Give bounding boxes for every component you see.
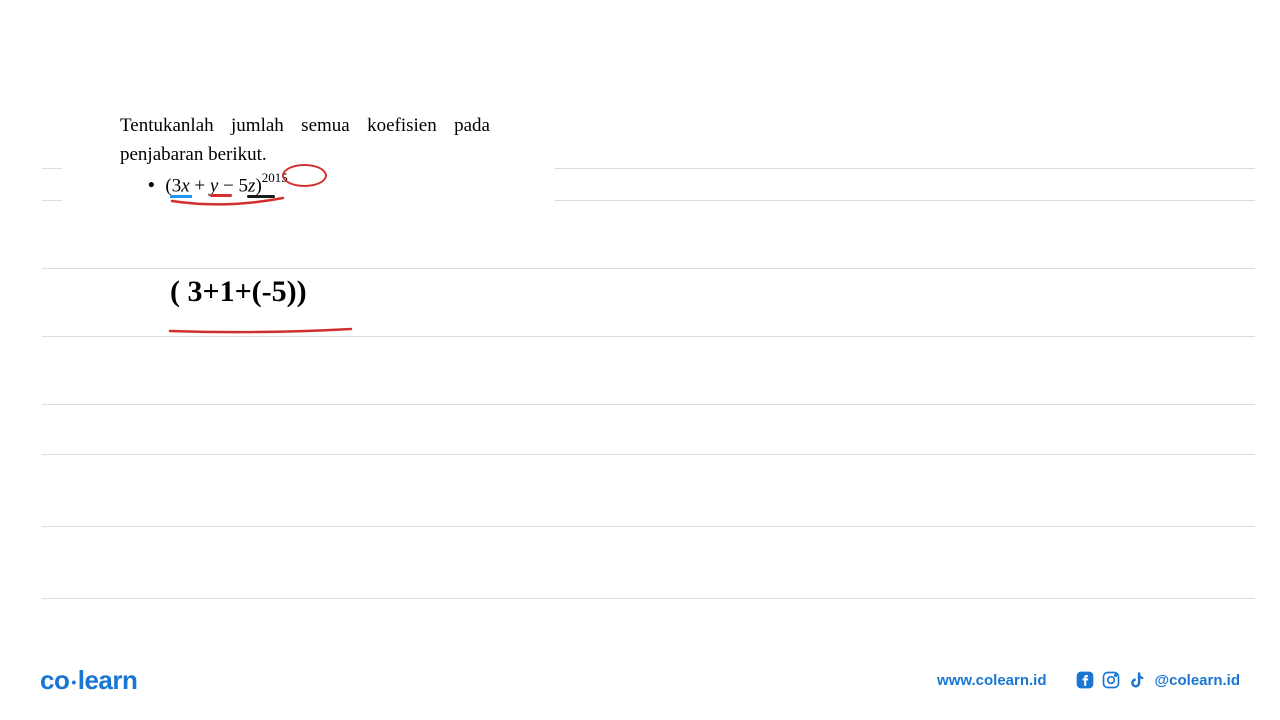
- problem-instruction: Tentukanlah jumlah semua koefisien pada …: [120, 112, 490, 169]
- annotation-red-underline-working: [168, 326, 353, 336]
- ruled-line-right-1: [555, 168, 1255, 169]
- footer-right: www.colearn.id @colearn.id: [937, 670, 1240, 690]
- expr-minus: − 5: [218, 175, 248, 196]
- ruled-line-3: [42, 268, 1255, 269]
- ruled-line-stub-2: [42, 200, 62, 201]
- ruled-line-7: [42, 526, 1255, 527]
- social-handle[interactable]: @colearn.id: [1155, 672, 1240, 689]
- tiktok-icon[interactable]: [1127, 670, 1147, 690]
- logo-part-co: co: [40, 665, 69, 695]
- problem-expression: • (3x + y − 5z)2015: [148, 172, 288, 197]
- social-links: @colearn.id: [1075, 670, 1240, 690]
- ruled-line-8: [42, 598, 1255, 599]
- logo-part-learn: learn: [78, 665, 138, 695]
- expr-close: ): [255, 175, 261, 196]
- expr-open: (3: [165, 175, 181, 196]
- ruled-line-4: [42, 336, 1255, 337]
- worksheet-area: Tentukanlah jumlah semua koefisien pada …: [0, 0, 1280, 640]
- brand-logo: co•learn: [40, 665, 137, 696]
- expr-var-x: x: [181, 175, 189, 196]
- ruled-line-stub-1: [42, 168, 62, 169]
- ruled-line-5: [42, 404, 1255, 405]
- expr-exponent: 2015: [262, 170, 288, 185]
- website-link[interactable]: www.colearn.id: [937, 672, 1046, 689]
- ruled-line-6: [42, 454, 1255, 455]
- ruled-line-right-2: [555, 200, 1255, 201]
- footer: co•learn www.colearn.id @colearn.id: [0, 640, 1280, 720]
- instagram-icon[interactable]: [1101, 670, 1121, 690]
- logo-dot-icon: •: [71, 674, 75, 690]
- facebook-icon[interactable]: [1075, 670, 1095, 690]
- bullet-icon: •: [148, 175, 155, 196]
- handwritten-working: ( 3+1+(-5)): [170, 275, 307, 309]
- expr-plus: +: [190, 175, 210, 196]
